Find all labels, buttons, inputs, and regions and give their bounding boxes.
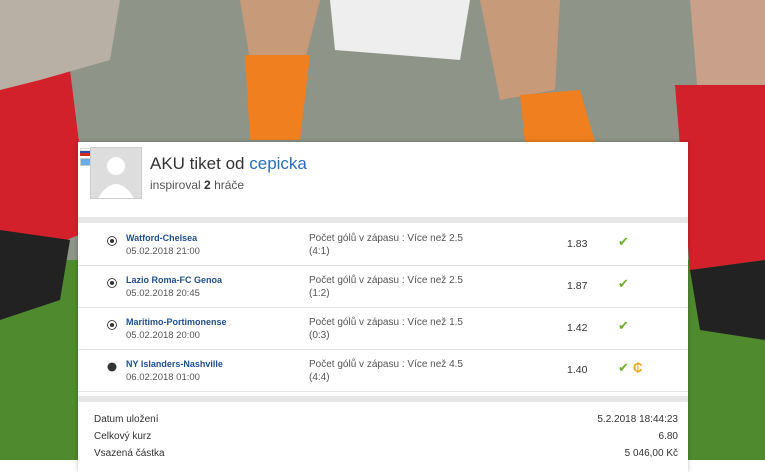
summary-label: Datum uložení [94, 414, 159, 425]
inspired-prefix: inspiroval [150, 178, 201, 192]
match-link[interactable]: Maritimo-Portimonense [126, 317, 227, 327]
divider [78, 217, 688, 223]
check-icon: ✔ [618, 276, 629, 291]
check-icon: ✔ [618, 360, 629, 375]
summary-row: Datum uložení 5.2.2018 18:44:23 [78, 412, 688, 429]
summary-value: 5.2.2018 18:44:23 [597, 414, 678, 425]
odds-value: 1.83 [567, 238, 588, 250]
bet-row: Watford-Chelsea 05.02.2018 21:00 Počet g… [78, 224, 688, 266]
match-date: 05.02.2018 21:00 [126, 246, 200, 257]
summary-row: Celkový kurz 6.80 [78, 429, 688, 446]
bet-description: Počet gólů v zápasu : Více než 2.5 (4:1) [309, 233, 463, 257]
match-link[interactable]: Watford-Chelsea [126, 233, 197, 243]
ticket-card: AKU tiket od cepicka inspiroval 2 hráče … [78, 142, 688, 472]
ticket-title: AKU tiket od cepicka [150, 154, 307, 174]
bet-row: NY Islanders-Nashville 06.02.2018 01:00 … [78, 350, 688, 392]
inspired-count: 2 [204, 178, 211, 192]
inspired-suffix: hráče [214, 178, 245, 192]
bet-description: Počet gólů v zápasu : Více než 1.5 (0:3) [309, 317, 463, 341]
check-icon: ✔ [618, 318, 629, 333]
summary-value: 5 046,00 Kč [624, 448, 678, 459]
soccer-ball-icon [107, 278, 117, 288]
bets-list: Watford-Chelsea 05.02.2018 21:00 Počet g… [78, 224, 688, 392]
hockey-puck-icon [107, 362, 117, 372]
title-prefix: AKU tiket od [150, 154, 245, 173]
summary-label: Vsazená částka [94, 448, 165, 459]
bet-description: Počet gólů v zápasu : Více než 4.5 (4:4) [309, 359, 463, 383]
summary-value: 6.80 [658, 431, 678, 442]
cashout-icon[interactable]: ₵ [633, 360, 642, 375]
match-date: 05.02.2018 20:45 [126, 288, 200, 299]
match-link[interactable]: NY Islanders-Nashville [126, 359, 223, 369]
match-date: 05.02.2018 20:00 [126, 330, 200, 341]
odds-value: 1.87 [567, 280, 588, 292]
match-date: 06.02.2018 01:00 [126, 372, 200, 383]
avatar[interactable] [90, 147, 142, 199]
soccer-ball-icon [107, 236, 117, 246]
odds-value: 1.40 [567, 364, 588, 376]
soccer-ball-icon [107, 320, 117, 330]
bet-row: Maritimo-Portimonense 05.02.2018 20:00 P… [78, 308, 688, 350]
check-icon: ✔ [618, 234, 629, 249]
inspired-text: inspiroval 2 hráče [150, 178, 244, 192]
divider [78, 396, 688, 402]
summary-row: Vsazená částka 5 046,00 Kč [78, 446, 688, 463]
bet-description: Počet gólů v zápasu : Více než 2.5 (1:2) [309, 275, 463, 299]
user-placeholder-icon [98, 157, 134, 198]
summary-label: Celkový kurz [94, 431, 152, 442]
odds-value: 1.42 [567, 322, 588, 334]
ticket-summary: Datum uložení 5.2.2018 18:44:23 Celkový … [78, 412, 688, 463]
username-link[interactable]: cepicka [249, 154, 307, 173]
bet-row: Lazio Roma-FC Genoa 05.02.2018 20:45 Poč… [78, 266, 688, 308]
match-link[interactable]: Lazio Roma-FC Genoa [126, 275, 222, 285]
